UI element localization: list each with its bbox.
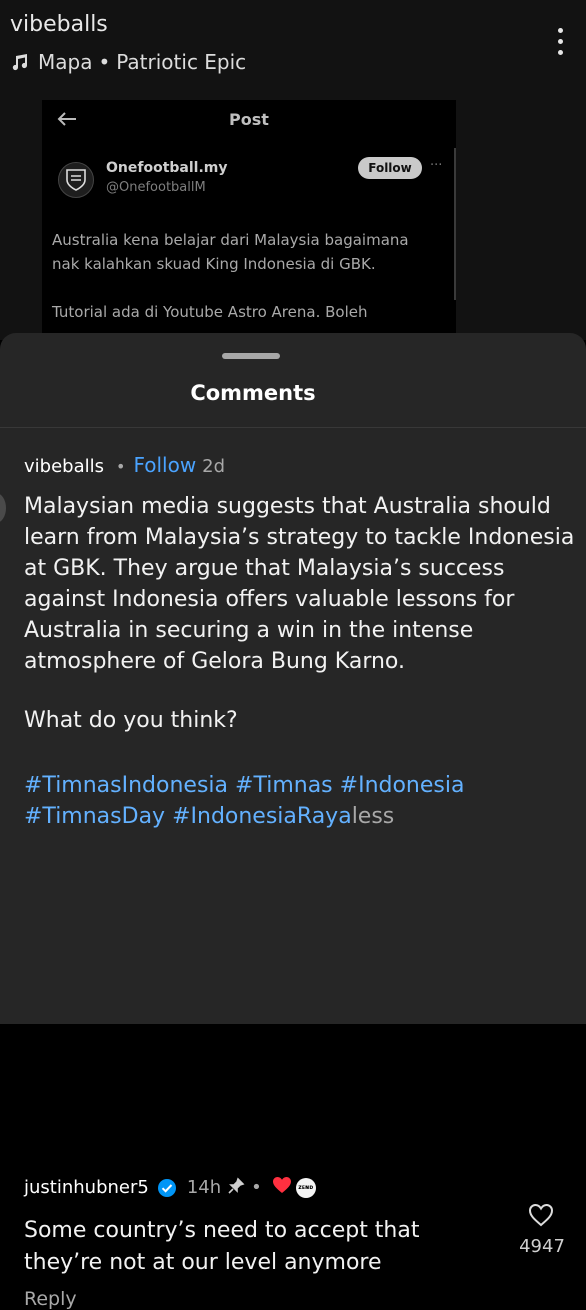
verified-badge-icon bbox=[157, 1178, 177, 1198]
hashtag-link[interactable]: #TimnasIndonesia bbox=[24, 773, 228, 798]
sheet-divider bbox=[0, 427, 586, 428]
post-account-handle: @OnefootballM bbox=[106, 180, 206, 195]
less-button[interactable]: less bbox=[352, 804, 395, 829]
comment-username[interactable]: justinhubner5 bbox=[24, 1177, 149, 1198]
pin-icon bbox=[227, 1177, 245, 1199]
comment-header: justinhubner5 14h • ᴢᴇɴᴅ bbox=[24, 1176, 316, 1199]
avatar[interactable] bbox=[0, 493, 6, 523]
post-more-icon: ··· bbox=[430, 158, 443, 173]
comment-body: Some country’s need to accept that they’… bbox=[24, 1218, 420, 1275]
separator-dot: • bbox=[116, 457, 126, 476]
reply-button[interactable]: Reply bbox=[24, 1288, 77, 1310]
red-heart-icon bbox=[272, 1176, 292, 1199]
shield-icon bbox=[66, 169, 86, 191]
post-scroll-divider bbox=[454, 148, 456, 300]
comment-header: vibeballs • Follow 2d bbox=[24, 453, 225, 477]
comments-title: Comments bbox=[190, 381, 316, 405]
hashtag-link[interactable]: #IndonesiaRaya bbox=[172, 804, 352, 829]
like-count: 4947 bbox=[519, 1236, 565, 1257]
post-avatar bbox=[58, 162, 94, 198]
comments-sheet: Comments vibeballs • Follow 2d Malaysian… bbox=[0, 333, 586, 1310]
comment-time: 2d bbox=[202, 456, 226, 477]
follow-button[interactable]: Follow bbox=[133, 453, 196, 477]
comment-username[interactable]: vibeballs bbox=[24, 456, 104, 477]
separator-dot: • bbox=[251, 1177, 262, 1198]
post-header-title: Post bbox=[229, 110, 269, 129]
hashtag-link[interactable]: #Indonesia bbox=[340, 773, 465, 798]
post-text: Australia kena belajar dari Malaysia bag… bbox=[52, 231, 409, 321]
comment-time: 14h bbox=[186, 1177, 222, 1198]
reel-username[interactable]: vibeballs bbox=[10, 12, 108, 37]
heart-outline-icon[interactable] bbox=[528, 1203, 554, 1231]
hashtag-list: #TimnasIndonesia #Timnas #Indonesia #Tim… bbox=[24, 770, 564, 832]
embedded-post-screenshot: Post Onefootball.my @OnefootballM Follow… bbox=[42, 100, 456, 340]
kebab-vertical-icon[interactable] bbox=[556, 28, 564, 60]
hashtag-link[interactable]: #Timnas bbox=[235, 773, 333, 798]
music-title: Patriotic Epic bbox=[116, 50, 247, 74]
music-note-icon bbox=[12, 54, 28, 71]
comment-question: What do you think? bbox=[24, 708, 238, 733]
comment-body: Malaysian media suggests that Australia … bbox=[24, 494, 575, 674]
music-artist: Mapa bbox=[38, 50, 93, 74]
creator-avatar: ᴢᴇɴᴅ bbox=[295, 1177, 316, 1198]
hashtag-link[interactable]: #TimnasDay bbox=[24, 804, 165, 829]
music-info[interactable]: Mapa • Patriotic Epic bbox=[10, 50, 246, 74]
post-account-name: Onefootball.my bbox=[106, 160, 228, 176]
sheet-drag-handle[interactable] bbox=[222, 353, 280, 359]
music-separator: • bbox=[98, 50, 111, 74]
post-follow-button: Follow bbox=[358, 157, 422, 179]
reel-header: vibeballs Mapa • Patriotic Epic Post One… bbox=[0, 0, 586, 340]
